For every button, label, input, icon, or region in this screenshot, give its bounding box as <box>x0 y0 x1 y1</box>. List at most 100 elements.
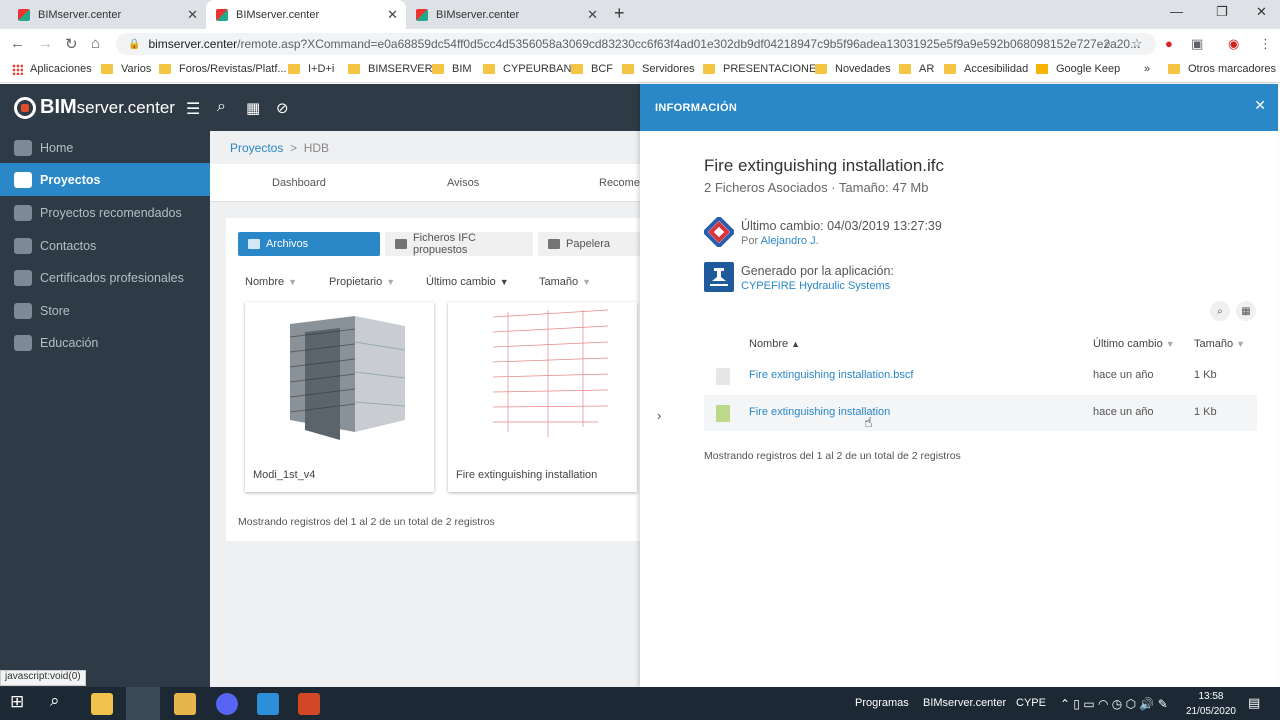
browser-tab[interactable]: BIMserver.center ✕ <box>406 0 606 29</box>
project-file-card[interactable]: Fire extinguishing installation <box>448 302 637 492</box>
maximize-icon[interactable]: ❐ <box>1216 4 1228 20</box>
sidebar-item-certificados[interactable]: Certificados profesionales <box>0 261 210 294</box>
project-file-card[interactable]: Modi_1st_v4 <box>245 302 434 492</box>
sidebar-item-proyectos[interactable]: Proyectos <box>0 163 210 196</box>
sidebar-item-label: Contactos <box>40 238 97 253</box>
chrome-taskbar-icon[interactable] <box>126 687 160 720</box>
bookmark-folder[interactable]: Accesibilidad <box>944 63 1028 75</box>
extension-icon[interactable]: ▣ <box>1191 36 1203 52</box>
bookmark-folder[interactable]: Otros marcadores <box>1168 63 1276 75</box>
browser-tab[interactable]: BIMserver.center ✕ <box>8 0 206 29</box>
table-row[interactable]: Fire extinguishing installation hace un … <box>704 395 1257 431</box>
breadcrumb-proyectos[interactable]: Proyectos <box>230 141 283 155</box>
column-label: Último cambio <box>1093 338 1163 350</box>
archivos-button[interactable]: Archivos <box>238 232 380 256</box>
browser-tab-active[interactable]: BIMserver.center ✕ <box>206 0 406 29</box>
app-logo[interactable]: BIM server.center <box>0 84 210 131</box>
file-size: 1 Kb <box>1194 369 1217 381</box>
taskbar-toolbar-programas[interactable]: Programas <box>855 697 909 709</box>
bookmark-folder[interactable]: AR <box>899 63 934 75</box>
ifc-propuestos-button[interactable]: Ficheros IFC propuestos <box>385 232 533 256</box>
search-icon[interactable]: ⌕ <box>50 691 72 713</box>
zoom-icon[interactable]: ⌕ <box>1104 36 1111 52</box>
minimize-icon[interactable]: — <box>1170 4 1183 19</box>
sync-icon[interactable]: ⊘ <box>276 99 289 117</box>
bookmarks-overflow-icon[interactable]: » <box>1144 63 1150 75</box>
close-tab-icon[interactable]: ✕ <box>387 7 398 23</box>
bookmark-folder[interactable]: Varios <box>101 63 151 75</box>
bookmark-folder[interactable]: Servidores <box>622 63 695 75</box>
sort-ultimo-cambio[interactable]: Último cambio ▼ <box>1093 338 1175 350</box>
bookmark-folder[interactable]: Foros/Revistas/Platf... <box>159 63 287 75</box>
search-icon[interactable]: ⌕ <box>1210 301 1230 321</box>
sort-propietario[interactable]: Propietario ▼ <box>329 276 395 288</box>
menu-dots-icon[interactable]: ⋮ <box>1259 36 1272 52</box>
bookmark-apps[interactable]: Aplicaciones <box>12 63 92 75</box>
tab-dashboard[interactable]: Dashboard <box>272 177 326 189</box>
sort-nombre[interactable]: Nombre ▼ <box>245 276 297 288</box>
grid-view-icon[interactable]: ▦ <box>1236 301 1256 321</box>
sidebar-item-home[interactable]: Home <box>0 131 210 164</box>
bookmark-folder[interactable]: BIM <box>432 63 472 75</box>
bookmark-folder[interactable]: I+D+i <box>288 63 334 75</box>
sort-ultimo-cambio[interactable]: Último cambio ▼ <box>426 276 509 288</box>
sidebar-item-educacion[interactable]: Educación <box>0 326 210 359</box>
close-window-icon[interactable]: ✕ <box>1256 4 1267 20</box>
windows-start-icon[interactable]: ⊞ <box>10 692 32 714</box>
sidebar-item-recomendados[interactable]: Proyectos recomendados <box>0 196 210 229</box>
url-input[interactable]: 🔒 bimserver.center/remote.asp?XCommand=e… <box>116 33 1156 55</box>
clock[interactable]: 13:58 21/05/2020 <box>1186 689 1236 719</box>
file-link[interactable]: Fire extinguishing installation.bscf <box>749 369 913 381</box>
bookmark-folder[interactable]: BIMSERVER <box>348 63 433 75</box>
app-icon[interactable] <box>257 693 279 715</box>
sidebar-item-store[interactable]: Store <box>0 294 210 327</box>
lock-icon: 🔒 <box>128 38 141 50</box>
taskbar-toolbar-cype[interactable]: CYPE <box>1016 697 1046 709</box>
search-icon[interactable]: ⌕ <box>217 98 226 116</box>
discord-icon[interactable] <box>216 693 238 715</box>
profile-avatar[interactable]: ◉ <box>1228 36 1239 52</box>
app-toolbar <box>210 84 640 131</box>
sort-asc-icon: ▲ <box>791 339 801 349</box>
notifications-icon[interactable]: ▤ <box>1248 695 1260 711</box>
bookmark-keep[interactable]: Google Keep <box>1036 63 1120 75</box>
reload-icon[interactable]: ↻ <box>65 35 78 53</box>
taskbar-toolbar-bimserver[interactable]: BIMserver.center <box>923 697 1006 709</box>
tab-recomendados[interactable]: Recomer <box>599 177 644 189</box>
powerpoint-icon[interactable] <box>298 693 320 715</box>
sort-tamano[interactable]: Tamaño ▼ <box>539 276 591 288</box>
bookmark-label: BIM <box>452 63 472 75</box>
close-icon[interactable]: ✕ <box>1254 97 1266 114</box>
bookmark-folder[interactable]: CYPEURBAN <box>483 63 571 75</box>
hamburger-menu-icon[interactable]: ☰ <box>186 99 200 119</box>
forward-icon[interactable]: → <box>38 35 53 52</box>
bookmark-folder[interactable]: Novedades <box>815 63 891 75</box>
tray-icons[interactable]: ⌃ ▯ ▭ ◠ ◷ ⬡ 🔊 ✎ <box>1060 697 1168 711</box>
close-tab-icon[interactable]: ✕ <box>587 7 598 23</box>
grid-icon[interactable]: ▦ <box>246 99 260 117</box>
new-tab-icon[interactable]: + <box>614 3 625 24</box>
by-label: Por <box>741 235 759 247</box>
bookmark-folder[interactable]: BCF <box>571 63 613 75</box>
project-tabs: Dashboard Avisos Recomer <box>210 164 644 202</box>
sort-tamano[interactable]: Tamaño ▼ <box>1194 338 1245 350</box>
folder-app-icon[interactable] <box>174 693 196 715</box>
file-explorer-icon[interactable] <box>91 693 113 715</box>
author-link[interactable]: Alejandro J. <box>761 235 819 247</box>
back-icon[interactable]: ← <box>10 35 25 52</box>
last-change: Último cambio: 04/03/2019 13:27:39 <box>741 219 942 233</box>
bookmark-star-icon[interactable]: ☆ <box>1131 36 1143 52</box>
application-link[interactable]: CYPEFIRE Hydraulic Systems <box>741 280 890 292</box>
sort-nombre[interactable]: Nombre ▲ <box>749 338 800 350</box>
home-icon[interactable]: ⌂ <box>91 35 100 52</box>
extension-icon[interactable]: ● <box>1165 36 1173 51</box>
logo-bold: BIM <box>40 96 77 118</box>
bookmark-folder[interactable]: PRESENTACIONES <box>703 63 824 75</box>
tab-avisos[interactable]: Avisos <box>447 177 479 189</box>
bookmark-label: Servidores <box>642 63 695 75</box>
table-row[interactable]: Fire extinguishing installation.bscf hac… <box>704 358 1257 394</box>
chevron-right-icon[interactable]: › <box>657 408 661 423</box>
sidebar-item-contactos[interactable]: Contactos <box>0 229 210 262</box>
papelera-button[interactable]: Papelera <box>538 232 640 256</box>
close-tab-icon[interactable]: ✕ <box>187 7 198 23</box>
